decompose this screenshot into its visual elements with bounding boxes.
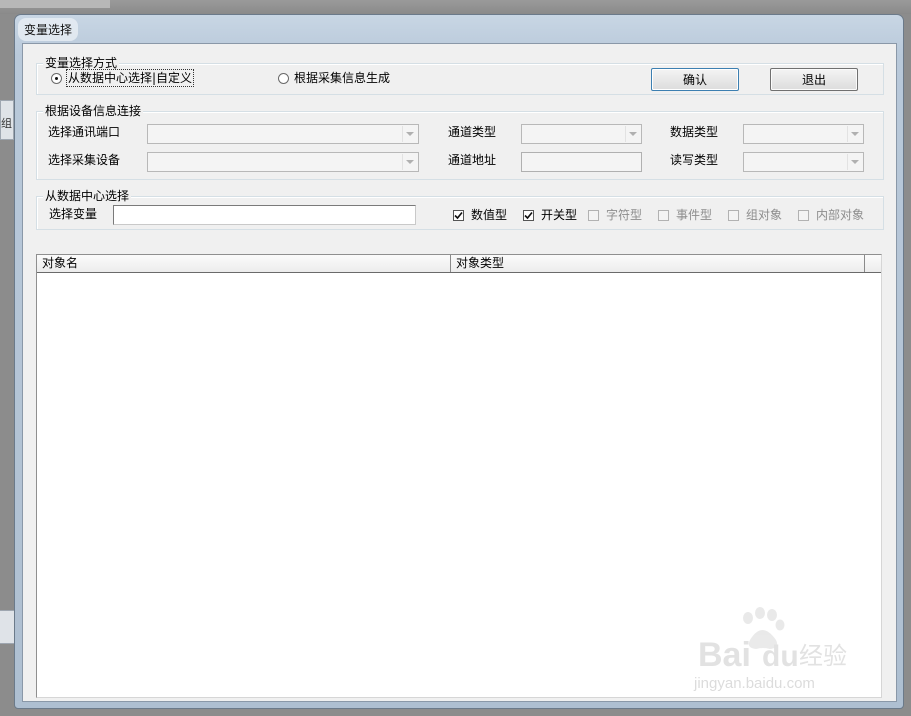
radio-from-collected-info-dot[interactable] (278, 72, 289, 84)
background-side-panel (0, 610, 14, 644)
selection-mode-group-title: 变量选择方式 (43, 55, 120, 71)
filter-numeric-checkbox[interactable]: 数值型 (453, 207, 507, 223)
confirm-button[interactable]: 确认 (651, 68, 739, 91)
column-header-object-type[interactable]: 对象类型 (451, 255, 865, 272)
data-type-label: 数据类型 (670, 125, 719, 139)
chevron-down-icon[interactable] (402, 154, 417, 170)
exit-button[interactable]: 退出 (770, 68, 858, 91)
filter-group-object-label: 组对象 (746, 208, 783, 222)
filter-event-label: 事件型 (676, 208, 713, 222)
device-connection-group: 根据设备信息连接 选择通讯端口 选择采集设备 通道类型 通道地址 数据类型 读写… (36, 103, 884, 180)
radio-from-collected-info-label: 根据采集信息生成 (294, 71, 391, 85)
checkbox-checked-icon[interactable] (453, 209, 464, 221)
radio-from-data-center-dot[interactable] (51, 72, 62, 84)
checkbox-checked-icon[interactable] (523, 209, 534, 221)
filter-internal-object-checkbox[interactable]: 内部对象 (798, 207, 864, 223)
collect-device-label: 选择采集设备 (48, 153, 121, 167)
checkbox-empty-icon[interactable] (588, 209, 599, 221)
object-list[interactable]: 对象名 对象类型 (36, 254, 882, 698)
radio-from-data-center-label: 从数据中心选择|自定义 (65, 69, 195, 87)
background-toolbar (0, 0, 110, 8)
select-variable-label: 选择变量 (49, 207, 98, 221)
title-bar[interactable]: 变量选择 (15, 15, 903, 43)
filter-string-label: 字符型 (606, 208, 643, 222)
device-connection-group-title: 根据设备信息连接 (43, 103, 144, 119)
rw-type-select[interactable] (743, 152, 864, 172)
object-list-body[interactable] (37, 273, 881, 697)
desktop-background (0, 0, 911, 14)
chevron-down-icon[interactable] (402, 126, 417, 142)
comm-port-select[interactable] (147, 124, 419, 144)
data-type-select[interactable] (743, 124, 864, 144)
comm-port-label: 选择通讯端口 (48, 125, 121, 139)
checkbox-empty-icon[interactable] (728, 209, 739, 221)
select-variable-input[interactable] (114, 206, 415, 224)
filter-internal-object-label: 内部对象 (816, 208, 865, 222)
column-header-object-name[interactable]: 对象名 (37, 255, 451, 272)
window-title: 变量选择 (18, 18, 79, 41)
chevron-down-icon[interactable] (847, 126, 862, 142)
object-list-header: 对象名 对象类型 (37, 255, 881, 273)
filter-string-checkbox[interactable]: 字符型 (588, 207, 642, 223)
filter-switch-label: 开关型 (541, 208, 578, 222)
data-center-group-title: 从数据中心选择 (43, 188, 132, 204)
channel-type-label: 通道类型 (448, 125, 497, 139)
rw-type-label: 读写类型 (670, 153, 719, 167)
data-center-group: 从数据中心选择 选择变量 数值型 开关型 字符型 事件型 组对象 内部对象 (36, 188, 884, 230)
channel-type-select[interactable] (521, 124, 642, 144)
filter-numeric-label: 数值型 (471, 208, 508, 222)
select-variable-field[interactable] (113, 205, 416, 225)
collect-device-select[interactable] (147, 152, 419, 172)
chevron-down-icon[interactable] (847, 154, 862, 170)
radio-from-data-center[interactable]: 从数据中心选择|自定义 (51, 69, 195, 87)
filter-event-checkbox[interactable]: 事件型 (658, 207, 712, 223)
checkbox-empty-icon[interactable] (658, 209, 669, 221)
channel-address-label: 通道地址 (448, 153, 497, 167)
filter-group-object-checkbox[interactable]: 组对象 (728, 207, 782, 223)
selection-mode-group: 变量选择方式 从数据中心选择|自定义 根据采集信息生成 确认 退出 (36, 55, 884, 95)
channel-address-input[interactable] (522, 153, 641, 171)
radio-from-collected-info[interactable]: 根据采集信息生成 (278, 70, 390, 86)
background-side-tab-text: 组 (1, 117, 12, 130)
background-side-tab: 组 (0, 100, 14, 140)
filter-switch-checkbox[interactable]: 开关型 (523, 207, 577, 223)
chevron-down-icon[interactable] (625, 126, 640, 142)
variable-select-dialog: 变量选择 变量选择方式 从数据中心选择|自定义 根据采集信息生成 确认 退出 根… (14, 14, 904, 709)
checkbox-empty-icon[interactable] (798, 209, 809, 221)
channel-address-field[interactable] (521, 152, 642, 172)
dialog-client-area: 变量选择方式 从数据中心选择|自定义 根据采集信息生成 确认 退出 根据设备信息… (22, 43, 897, 702)
